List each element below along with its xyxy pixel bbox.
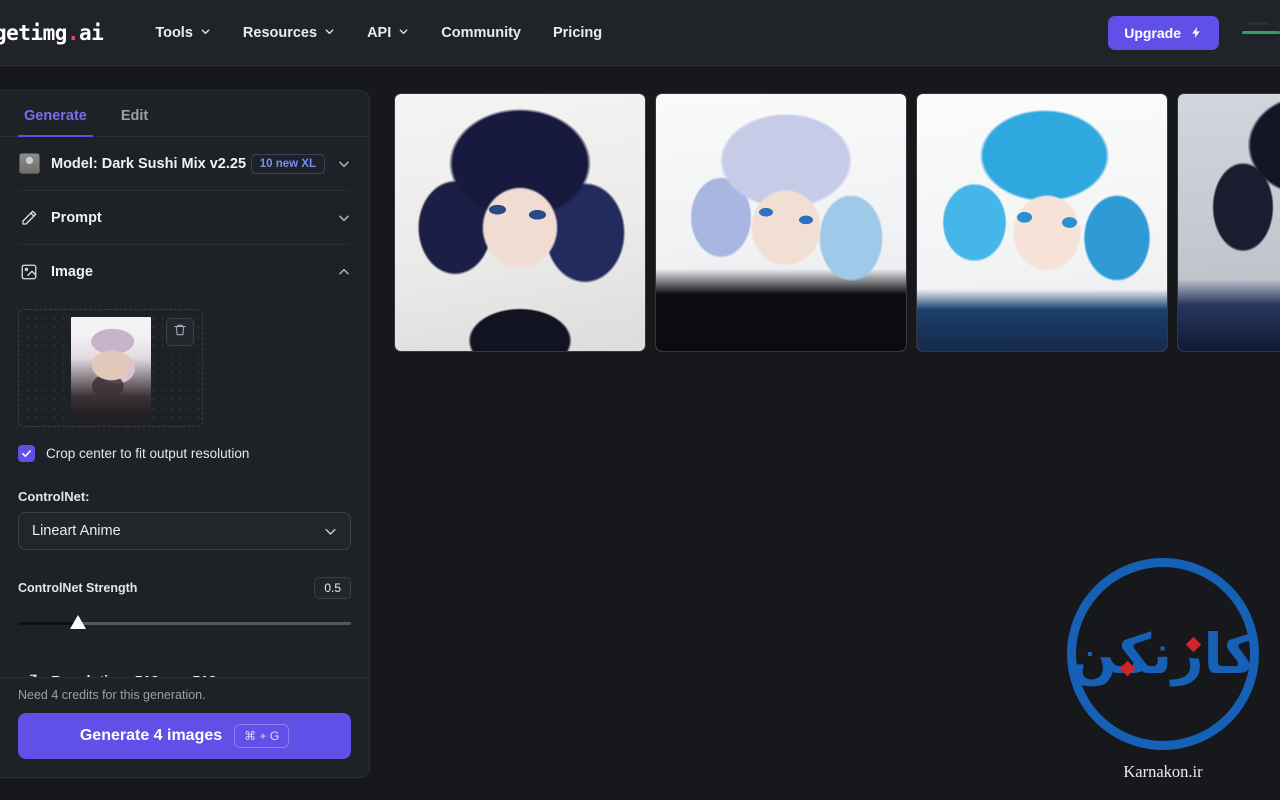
image-label: Image <box>51 264 93 280</box>
trash-icon <box>173 323 187 342</box>
top-navbar: getimg.ai Tools Resources API Community … <box>0 0 1280 66</box>
generated-image-1[interactable] <box>394 93 646 352</box>
controlnet-selected-value: Lineart Anime <box>32 523 121 539</box>
watermark-dot-1 <box>1119 660 1136 677</box>
nav-label-pricing: Pricing <box>552 24 603 41</box>
generated-image-4[interactable] <box>1177 93 1280 352</box>
bolt-icon <box>1190 25 1203 42</box>
nav-label-api: API <box>367 24 392 41</box>
controlnet-strength-slider[interactable] <box>18 615 351 631</box>
results-gallery <box>394 93 1280 352</box>
panel-footer: Need 4 credits for this generation. Gene… <box>0 677 369 777</box>
nav-label-tools: Tools <box>155 24 193 41</box>
slider-handle[interactable] <box>69 615 86 629</box>
controlnet-field-label: ControlNet: <box>18 489 90 504</box>
model-label: Model: Dark Sushi Mix v2.25 <box>51 155 247 172</box>
generate-panel: Generate Edit Model: Dark Sushi Mix v2.2… <box>0 90 370 778</box>
watermark-word: کارنکن <box>1069 621 1258 686</box>
crop-center-checkbox[interactable] <box>18 445 35 462</box>
credits-note: Need 4 credits for this generation. <box>18 688 206 702</box>
brand-tld: ai <box>79 20 104 45</box>
pencil-icon <box>18 207 40 229</box>
generate-shortcut-badge: ⌘ + G <box>234 724 290 748</box>
generated-image-2[interactable] <box>655 93 907 352</box>
tab-generate-label: Generate <box>24 108 87 124</box>
chevron-down-icon <box>200 26 211 37</box>
nav-item-community[interactable]: Community <box>425 17 537 49</box>
tab-edit-label: Edit <box>120 108 149 124</box>
nav-item-pricing[interactable]: Pricing <box>537 17 618 49</box>
image-icon <box>18 261 40 283</box>
upgrade-label: Upgrade <box>1124 25 1181 41</box>
watermark-url: Karnakon.ir <box>1123 762 1203 781</box>
controlnet-strength-header: ControlNet Strength 0.5 <box>18 577 351 599</box>
watermark-circle: کارنکن <box>1067 558 1259 750</box>
nav-label-community: Community <box>441 24 521 41</box>
nav-decoration-ghost <box>1248 22 1268 25</box>
section-resolution[interactable]: Resolution: 512px × 512px <box>18 655 351 677</box>
section-prompt[interactable]: Prompt <box>18 191 351 245</box>
nav-links: Tools Resources API Community Pricing <box>139 17 618 49</box>
chevron-up-icon[interactable] <box>337 265 351 279</box>
crop-center-label: Crop center to fit output resolution <box>46 446 250 461</box>
brand-name: getimg <box>0 20 67 45</box>
controlnet-select[interactable]: Lineart Anime <box>18 512 351 550</box>
delete-image-button[interactable] <box>166 318 194 346</box>
watermark-dot-2 <box>1185 636 1202 653</box>
slider-fill <box>18 622 78 625</box>
upgrade-button[interactable]: Upgrade <box>1108 16 1219 50</box>
brand-dot: . <box>66 20 80 45</box>
chevron-down-icon <box>398 26 409 37</box>
controlnet-strength-label: ControlNet Strength <box>18 581 138 595</box>
chevron-down-icon[interactable] <box>337 211 351 225</box>
section-model[interactable]: Model: Dark Sushi Mix v2.25 10 new XL <box>18 137 351 191</box>
section-image[interactable]: Image <box>18 245 351 299</box>
generate-button-label: Generate 4 images <box>79 727 223 744</box>
model-thumbnail-icon <box>18 153 40 175</box>
image-upload-block <box>18 309 351 427</box>
controlnet-strength-value[interactable]: 0.5 <box>314 577 351 599</box>
model-badge[interactable]: 10 new XL <box>250 153 325 174</box>
brand-logo[interactable]: getimg.ai <box>0 20 104 45</box>
chevron-down-icon <box>323 524 337 538</box>
chevron-down-icon[interactable] <box>337 157 351 171</box>
generated-image-3[interactable] <box>916 93 1168 352</box>
crop-center-checkbox-row[interactable]: Crop center to fit output resolution <box>18 445 351 462</box>
watermark: کارنکن Karnakon.ir <box>1063 558 1263 782</box>
tab-generate[interactable]: Generate <box>18 108 93 137</box>
uploaded-image-thumbnail[interactable] <box>70 317 151 419</box>
tab-edit[interactable]: Edit <box>115 108 154 136</box>
image-dropzone[interactable] <box>18 309 203 427</box>
app-root: getimg.ai Tools Resources API Community … <box>0 0 1280 800</box>
panel-body: Model: Dark Sushi Mix v2.25 10 new XL Pr… <box>0 137 369 677</box>
prompt-label: Prompt <box>51 209 102 226</box>
chevron-down-icon <box>324 26 335 37</box>
nav-item-tools[interactable]: Tools <box>139 17 227 49</box>
nav-label-resources: Resources <box>242 24 318 41</box>
panel-tabs: Generate Edit <box>0 91 369 137</box>
nav-item-api[interactable]: API <box>351 17 425 49</box>
nav-item-resources[interactable]: Resources <box>227 17 351 49</box>
nav-accent-line <box>1242 31 1280 34</box>
generate-button[interactable]: Generate 4 images ⌘ + G <box>18 713 351 759</box>
